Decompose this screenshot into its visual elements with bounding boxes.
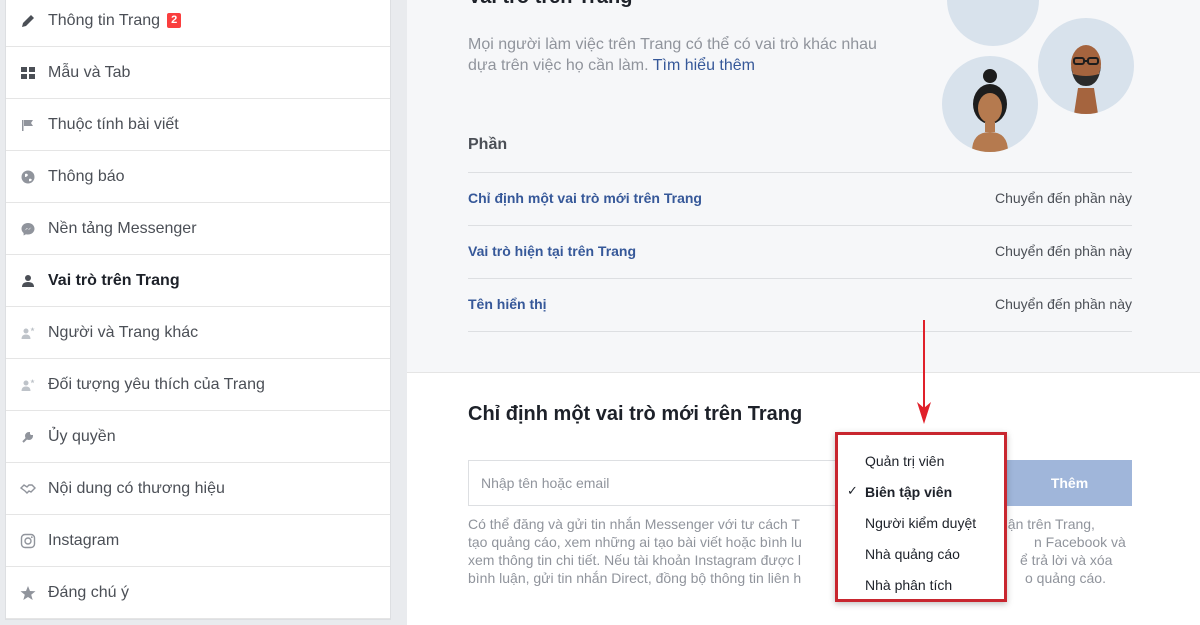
divider (468, 278, 1132, 279)
settings-sidebar: Thông tin Trang 2 Mẫu và Tab Thuộc tính … (5, 0, 391, 620)
sidebar-item-label: Instagram (48, 531, 120, 549)
page-roles-panel: Vai trò trên Trang Mọi người làm việc tr… (407, 0, 1200, 625)
sidebar-item-label: Thông tin Trang (48, 11, 161, 29)
people-star-icon (18, 375, 38, 395)
sidebar-item-people-other-pages[interactable]: Người và Trang khác (6, 307, 390, 359)
person-icon (18, 271, 38, 291)
avatar-illustration-top (947, 0, 1039, 46)
flag-icon (18, 115, 38, 135)
info-line-tail: n Facebook và (1034, 534, 1126, 550)
checkmark-icon: ✓ (847, 483, 858, 498)
info-line: Có thể đăng và gửi tin nhắn Messenger vớ… (468, 516, 800, 532)
info-line: tạo quảng cáo, xem những ai tạo bài viết… (468, 534, 802, 550)
sidebar-item-instagram[interactable]: Instagram (6, 515, 390, 567)
add-button[interactable]: Thêm (1007, 460, 1132, 506)
info-line-tail: o quảng cáo. (1025, 570, 1106, 586)
sidebar-item-page-roles[interactable]: Vai trò trên Trang (6, 255, 390, 307)
divider (468, 225, 1132, 226)
role-option-moderator[interactable]: Người kiểm duyệt (838, 507, 1004, 538)
grid-icon (18, 63, 38, 83)
sidebar-item-templates-tabs[interactable]: Mẫu và Tab (6, 47, 390, 99)
sidebar-item-branded-content[interactable]: Nội dung có thương hiệu (6, 463, 390, 515)
sidebar-item-preferred-audience[interactable]: Đối tượng yêu thích của Trang (6, 359, 390, 411)
name-or-email-input[interactable] (468, 460, 838, 506)
sidebar-item-label: Nền tảng Messenger (48, 219, 197, 237)
pencil-icon (18, 11, 38, 31)
avatar-illustration-woman (942, 56, 1038, 152)
learn-more-link[interactable]: Tìm hiểu thêm (653, 57, 755, 74)
notification-badge: 2 (167, 13, 182, 28)
info-line: xem thông tin chi tiết. Nếu tài khoản In… (468, 552, 801, 568)
people-star-icon (18, 323, 38, 343)
sidebar-item-page-info[interactable]: Thông tin Trang 2 (6, 0, 390, 47)
sidebar-item-label: Nội dung có thương hiệu (48, 479, 225, 497)
current-roles-link[interactable]: Vai trò hiện tại trên Trang (468, 243, 636, 259)
go-to-section-link[interactable]: Chuyển đến phần này (995, 190, 1132, 206)
display-name-link[interactable]: Tên hiển thị (468, 296, 547, 312)
star-icon (18, 583, 38, 603)
sidebar-item-featured[interactable]: Đáng chú ý (6, 567, 390, 619)
sidebar-item-label: Vai trò trên Trang (48, 271, 180, 289)
info-line: bình luận, gửi tin nhắn Direct, đồng bộ … (468, 570, 802, 586)
sidebar-item-messenger-platform[interactable]: Nền tảng Messenger (6, 203, 390, 255)
sidebar-item-notifications[interactable]: Thông báo (6, 151, 390, 203)
avatar-illustration-man (1038, 18, 1134, 114)
sidebar-item-label: Người và Trang khác (48, 323, 199, 341)
page-roles-title: Vai trò trên Trang (468, 0, 632, 9)
sidebar-item-label: Ủy quyền (48, 427, 116, 445)
assign-role-card: Chỉ định một vai trò mới trên Trang Thêm… (407, 372, 1200, 625)
sidebar-item-label: Thuộc tính bài viết (48, 115, 179, 133)
go-to-section-link[interactable]: Chuyển đến phần này (995, 243, 1132, 259)
wrench-icon (18, 427, 38, 447)
globe-icon (18, 167, 38, 187)
role-option-label: Biên tập viên (865, 483, 953, 500)
role-description-text: Có thể đăng và gửi tin nhắn Messenger vớ… (468, 515, 1133, 587)
handshake-icon (18, 479, 38, 499)
assign-role-title: Chỉ định một vai trò mới trên Trang (468, 403, 803, 425)
role-option-editor[interactable]: ✓ Biên tập viên (838, 476, 1004, 507)
sections-label: Phần (468, 136, 508, 153)
annotation-arrow-icon (917, 320, 931, 424)
role-option-analyst[interactable]: Nhà phân tích (838, 569, 1004, 600)
sidebar-item-label: Đáng chú ý (48, 583, 129, 601)
role-option-advertiser[interactable]: Nhà quảng cáo (838, 538, 1004, 569)
sidebar-item-label: Đối tượng yêu thích của Trang (48, 375, 265, 393)
sidebar-item-authorization[interactable]: Ủy quyền (6, 411, 390, 463)
sidebar-item-label: Mẫu và Tab (48, 63, 131, 81)
divider (468, 331, 1132, 332)
sidebar-item-label: Thông báo (48, 167, 125, 185)
page-roles-description: Mọi người làm việc trên Trang có thể có … (468, 34, 908, 76)
assign-new-role-link[interactable]: Chỉ định một vai trò mới trên Trang (468, 190, 702, 206)
go-to-section-link[interactable]: Chuyển đến phần này (995, 296, 1132, 312)
info-line-tail: uận trên Trang, (1000, 516, 1095, 532)
sidebar-item-post-attribution[interactable]: Thuộc tính bài viết (6, 99, 390, 151)
divider (468, 172, 1132, 173)
role-option-admin[interactable]: Quản trị viên (838, 445, 1004, 476)
role-dropdown-menu[interactable]: Quản trị viên ✓ Biên tập viên Người kiểm… (835, 432, 1007, 602)
messenger-icon (18, 219, 38, 239)
instagram-icon (18, 531, 38, 551)
info-line-tail: ể trả lời và xóa (1020, 552, 1113, 568)
